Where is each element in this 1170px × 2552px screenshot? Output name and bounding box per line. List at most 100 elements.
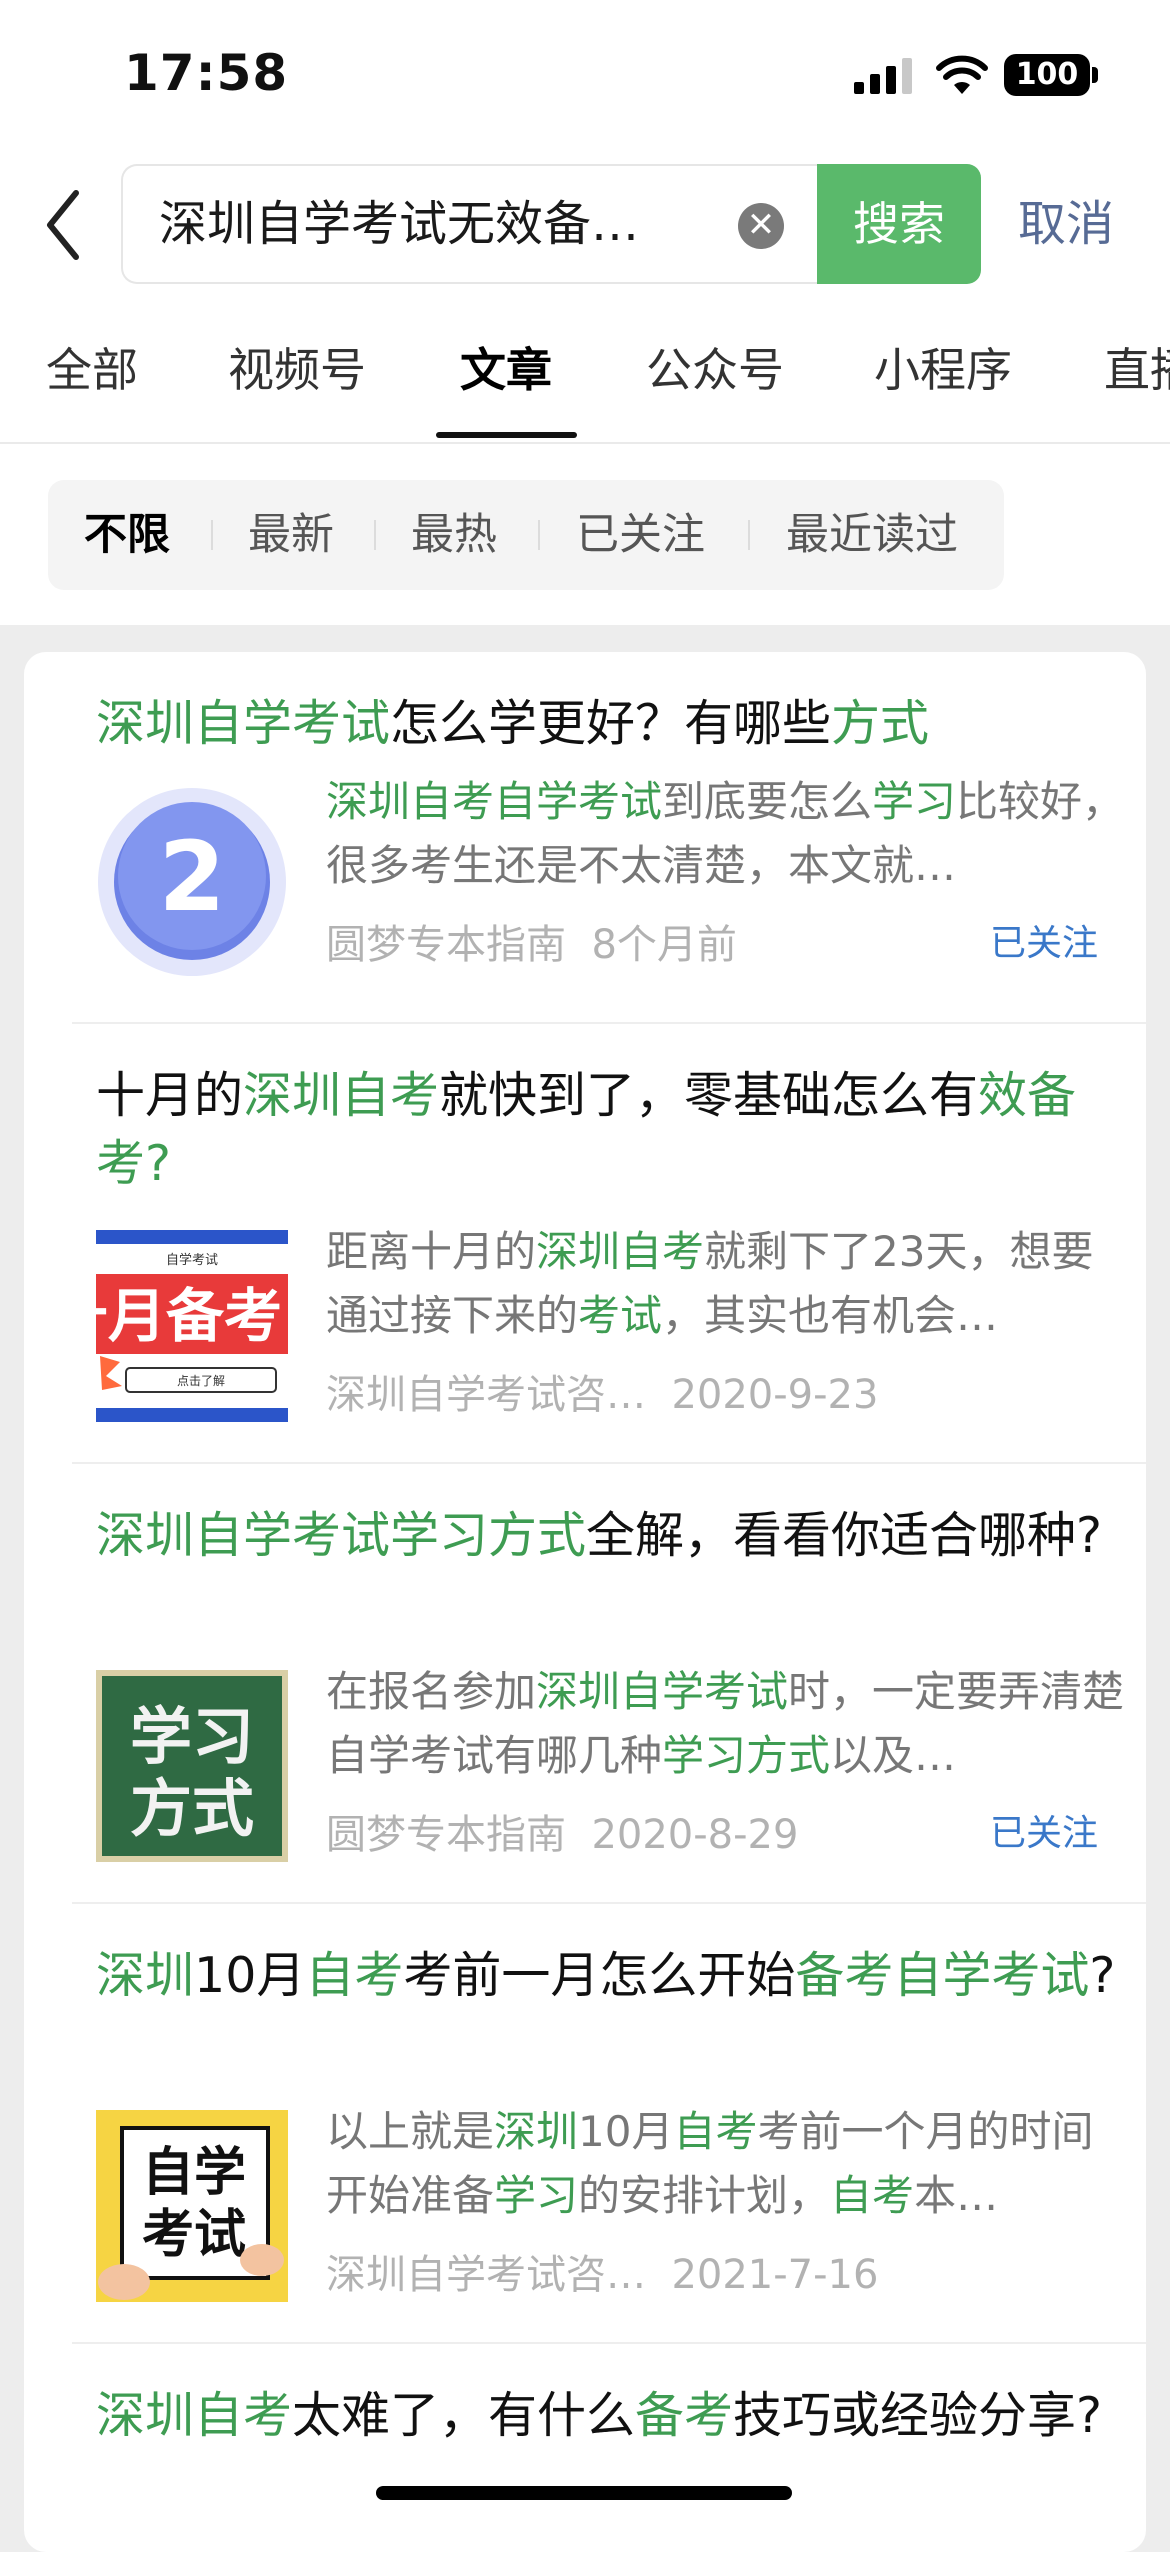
self-study-sign-image: 自学 考试 [96, 2110, 288, 2302]
filter-followed[interactable]: 已关注 [576, 480, 705, 590]
highlighted-keyword: 深圳自考自学考试 [326, 777, 663, 826]
search-query-text: 深圳自学考试无效备… [159, 196, 640, 252]
article-thumbnail: 自学考试 十月备考 点击了解 [50, 1230, 288, 1422]
text-segment: 考前一月怎么开始 [403, 1947, 796, 2004]
article-meta: 深圳自学考试咨… 2021-7-16 [326, 2242, 878, 2300]
text-segment: 怎么学更好？有哪些 [390, 695, 832, 752]
highlighted-keyword: 备考 [635, 2387, 734, 2444]
highlighted-keyword: 深圳自学考试 [96, 695, 391, 752]
search-input[interactable]: 深圳自学考试无效备… ✕ [121, 164, 821, 284]
clear-search-icon[interactable]: ✕ [738, 203, 784, 249]
wifi-icon [936, 55, 988, 94]
svg-text:学习: 学习 [130, 1700, 254, 1773]
highlighted-keyword: 深圳 [494, 2107, 579, 2156]
tabs-divider [0, 442, 1170, 444]
filter-unlimited[interactable]: 不限 [84, 480, 170, 590]
filter-divider [748, 520, 750, 550]
article-title: 十月的深圳自考就快到了，零基础怎么有效备考? [96, 1062, 1136, 1198]
filter-recently-read[interactable]: 最近读过 [786, 480, 958, 590]
battery-indicator: 100 [1004, 54, 1090, 96]
text-segment: ? [1089, 1947, 1116, 2004]
article-meta: 深圳自学考试咨… 2020-9-23 [326, 1362, 878, 1420]
number-badge-icon: 2 [98, 788, 286, 976]
tab-all[interactable]: 全部 [46, 330, 138, 410]
article-meta: 圆梦专本指南 2020-8-29 [326, 1802, 798, 1860]
tab-channels[interactable]: 视频号 [228, 330, 366, 410]
article-title: 深圳自考太难了，有什么备考技巧或经验分享? [96, 2382, 1136, 2450]
article-snippet: 以上就是深圳10月自考考前一个月的时间开始准备学习的安排计划，自考本… [326, 2100, 1126, 2228]
article-result[interactable]: 十月的深圳自考就快到了，零基础怎么有效备考? 自学考试 十月备考 点击了解 距离… [50, 1062, 1146, 1462]
article-date: 2021-7-16 [671, 2252, 879, 2298]
highlighted-keyword: 深圳自考 [243, 1067, 440, 1124]
svg-text:自学: 自学 [142, 2143, 246, 2203]
chalkboard-image: 学习 方式 [96, 1670, 288, 1862]
article-result[interactable]: 深圳自学考试怎么学更好？有哪些方式 2 深圳自考自学考试到底要怎么学习比较好，很… [72, 690, 1146, 990]
filter-divider [538, 520, 540, 550]
result-divider [72, 1022, 1146, 1024]
article-date: 2020-9-23 [671, 1372, 879, 1418]
filter-latest[interactable]: 最新 [248, 480, 334, 590]
article-source: 圆梦专本指南 [326, 1812, 566, 1858]
text-segment: 的安排计划， [578, 2171, 831, 2220]
article-thumbnail: 自学 考试 [96, 2110, 288, 2302]
highlighted-keyword: 学习 [872, 777, 957, 826]
article-title: 深圳自学考试学习方式全解，看看你适合哪种? [96, 1502, 1136, 1570]
article-title: 深圳自学考试怎么学更好？有哪些方式 [96, 690, 1136, 758]
text-segment: 就快到了，零基础怎么有 [439, 1067, 979, 1124]
article-date: 2020-8-29 [591, 1812, 799, 1858]
result-divider [72, 1902, 1146, 1904]
article-thumbnail: 学习 方式 [96, 1670, 288, 1862]
svg-text:点击了解: 点击了解 [177, 1374, 225, 1388]
highlighted-keyword: 深圳 [96, 1947, 195, 2004]
svg-text:自学考试: 自学考试 [166, 1252, 218, 1268]
highlighted-keyword: 备考自学考试 [795, 1947, 1090, 2004]
october-prep-banner-image: 自学考试 十月备考 点击了解 [50, 1230, 288, 1422]
svg-text:考试: 考试 [142, 2205, 246, 2265]
svg-text:方式: 方式 [130, 1772, 254, 1845]
text-segment: 技巧或经验分享? [733, 2387, 1103, 2444]
highlighted-keyword: 方式 [831, 695, 930, 752]
highlighted-keyword: 学习方式 [662, 1731, 831, 1780]
search-button[interactable]: 搜索 [817, 164, 981, 284]
text-segment: 10月 [194, 1947, 306, 2004]
highlighted-keyword: 自考 [305, 1947, 404, 2004]
article-thumbnail: 2 [96, 786, 288, 978]
highlighted-keyword: 深圳自学考试学习方式 [96, 1507, 587, 1564]
filter-divider [374, 520, 376, 550]
tab-official-accounts[interactable]: 公众号 [646, 330, 784, 410]
article-snippet: 在报名参加深圳自学考试时，一定要弄清楚自学考试有哪几种学习方式以及… [326, 1660, 1126, 1788]
cellular-signal-icon [854, 58, 912, 94]
cancel-button[interactable]: 取消 [1018, 164, 1114, 284]
filter-hottest[interactable]: 最热 [411, 480, 497, 590]
text-segment: 10月 [578, 2107, 674, 2156]
highlighted-keyword: 自考 [830, 2171, 915, 2220]
followed-badge: 已关注 [989, 1813, 1098, 1854]
tab-articles[interactable]: 文章 [460, 330, 552, 410]
home-indicator [376, 2486, 792, 2500]
result-divider [72, 1462, 1146, 1464]
article-snippet: 深圳自考自学考试到底要怎么学习比较好，很多考生还是不太清楚，本文就… [326, 770, 1126, 898]
back-arrow-icon[interactable] [40, 185, 90, 265]
svg-text:十月备考: 十月备考 [96, 1282, 282, 1350]
highlighted-keyword: 深圳自考 [96, 2387, 293, 2444]
article-snippet: 距离十月的深圳自考就剩下了23天，想要通过接下来的考试，其实也有机会… [326, 1220, 1126, 1348]
results-card: 深圳自学考试怎么学更好？有哪些方式 2 深圳自考自学考试到底要怎么学习比较好，很… [24, 652, 1146, 2552]
highlighted-keyword: 自考 [673, 2107, 758, 2156]
text-segment: 到底要怎么 [662, 777, 873, 826]
text-segment: ，其实也有机会… [662, 1291, 999, 1340]
article-result[interactable]: 深圳自考太难了，有什么备考技巧或经验分享? [72, 2382, 1146, 2532]
article-result[interactable]: 深圳自学考试学习方式全解，看看你适合哪种? 学习 方式 在报名参加深圳自学考试时… [72, 1502, 1146, 1902]
text-segment: 在报名参加 [326, 1667, 537, 1716]
filter-bar: 不限 最新 最热 已关注 最近读过 [48, 480, 1004, 590]
article-source: 深圳自学考试咨… [326, 2252, 646, 2298]
article-meta: 圆梦专本指南 8个月前 [326, 912, 737, 970]
text-segment: 太难了，有什么 [292, 2387, 636, 2444]
highlighted-keyword: 深圳自考 [536, 1227, 705, 1276]
tab-live[interactable]: 直播 [1104, 330, 1170, 410]
article-source: 深圳自学考试咨… [326, 1372, 646, 1418]
text-segment: 本… [914, 2171, 999, 2220]
article-result[interactable]: 深圳10月自考考前一月怎么开始备考自学考试? 自学 考试 以上就是深圳10月自考… [72, 1942, 1146, 2342]
tab-mini-programs[interactable]: 小程序 [874, 330, 1012, 410]
status-time: 17:58 [124, 44, 289, 102]
article-date: 8个月前 [591, 922, 737, 968]
